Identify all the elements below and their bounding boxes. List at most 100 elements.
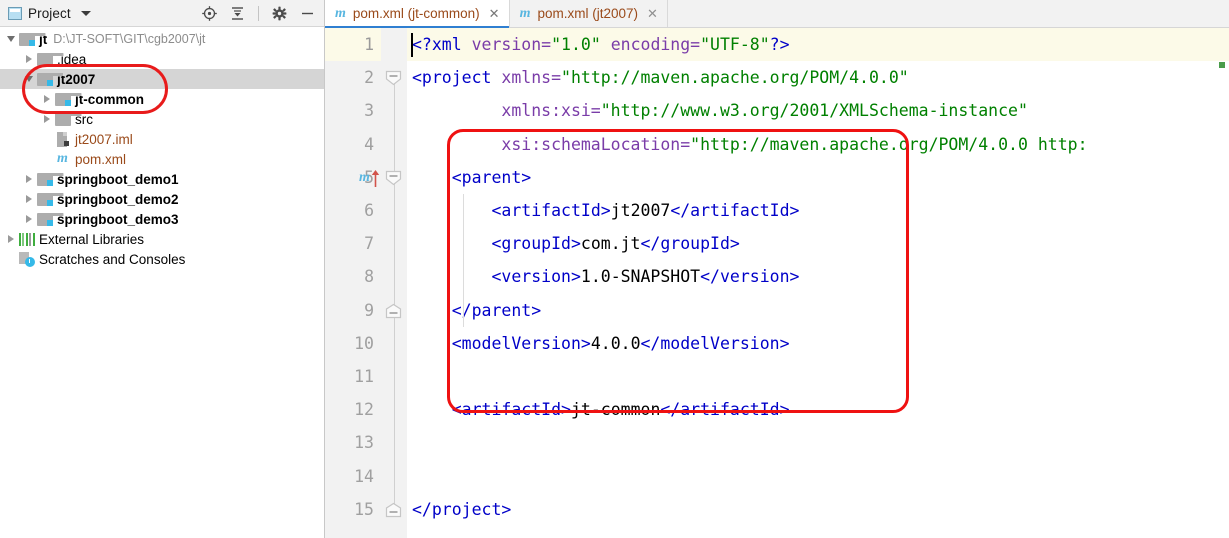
code-token: </artifactId>: [660, 400, 790, 420]
tree-row-jt2007-iml[interactable]: jt2007.iml: [0, 129, 324, 149]
code-area[interactable]: 1 2 3 4 5 6 7 8 9 10 11 12 13 14 15 m </project> <artif…: [325, 28, 1229, 538]
chevron-right-icon[interactable]: [4, 229, 18, 249]
code-line-14[interactable]: [407, 460, 1229, 493]
code-line-5[interactable]: <parent>: [407, 161, 1229, 194]
tree-row-jt2007[interactable]: jt2007: [0, 69, 324, 89]
close-icon[interactable]: ✕: [489, 7, 500, 20]
tree-row-springboot-demo1[interactable]: springboot_demo1: [0, 169, 324, 189]
project-panel-title: Project: [28, 5, 71, 21]
chevron-right-icon[interactable]: [22, 189, 36, 209]
chevron-right-icon[interactable]: [22, 209, 36, 229]
code-line-1[interactable]: <?xml version="1.0" encoding="UTF-8"?>: [407, 28, 1229, 62]
tree-row-springboot-demo3[interactable]: springboot_demo3: [0, 209, 324, 229]
maven-pom-icon: m: [519, 5, 531, 21]
code-token: <version>: [491, 267, 581, 287]
close-icon[interactable]: ✕: [647, 7, 658, 20]
code-folding-gutter[interactable]: [381, 28, 407, 538]
minimize-icon[interactable]: [299, 5, 316, 22]
project-tree[interactable]: jt D:\JT-SOFT\GIT\cgb2007\jt .idea jt2007 jt…: [0, 27, 324, 538]
project-panel-title-group[interactable]: Project: [8, 6, 91, 21]
code-token: jt2007: [610, 201, 671, 220]
chevron-down-icon[interactable]: [22, 69, 36, 89]
code-line-10[interactable]: <modelVersion>4.0.0</modelVersion>: [407, 327, 1229, 360]
tree-row-external-libraries[interactable]: External Libraries: [0, 229, 324, 249]
indent-guide: [463, 194, 464, 327]
module-folder-icon: [36, 71, 64, 87]
code-token: 4.0.0: [590, 333, 641, 353]
code-line-9[interactable]: </parent>: [407, 294, 1229, 327]
code-token: <parent>: [451, 167, 532, 187]
line-number-gutter[interactable]: 1 2 3 4 5 6 7 8 9 10 11 12 13 14 15 m: [325, 28, 381, 538]
code-line-2[interactable]: <project xmlns="http://maven.apache.org/…: [407, 61, 1229, 94]
tree-row-path: D:\JT-SOFT\GIT\cgb2007\jt: [53, 32, 206, 46]
code-token: xmlns=: [501, 68, 562, 88]
text-caret: [411, 33, 413, 57]
code-line-12[interactable]: <artifactId>jt-common</artifactId>: [407, 393, 1229, 426]
module-folder-icon: [36, 191, 64, 207]
fold-collapse-icon[interactable]: [385, 170, 402, 186]
fold-collapse-icon[interactable]: [385, 70, 402, 86]
editor-tab-bar[interactable]: m pom.xml (jt-common) ✕ m pom.xml (jt2007) ✕: [325, 0, 1229, 28]
collapse-all-icon[interactable]: [229, 5, 246, 22]
tree-row-jt-common[interactable]: jt-common: [0, 89, 324, 109]
line-number: 2: [364, 68, 374, 88]
tree-row-idea[interactable]: .idea: [0, 49, 324, 69]
editor-tab-1[interactable]: m pom.xml (jt-common) ✕: [325, 0, 510, 28]
editor-tab-2[interactable]: m pom.xml (jt2007) ✕: [510, 0, 668, 27]
code-token: </version>: [700, 267, 800, 287]
line-number: 8: [364, 267, 374, 287]
fold-end-icon[interactable]: [385, 303, 402, 318]
code-line-15[interactable]: </project>: [407, 493, 1229, 526]
fold-end-icon[interactable]: [385, 502, 402, 517]
code-text[interactable]: </project> <artifactId>jt-common</artifa…: [407, 28, 1229, 538]
chevron-right-icon[interactable]: [22, 169, 36, 189]
tree-row-jt[interactable]: jt D:\JT-SOFT\GIT\cgb2007\jt: [0, 29, 324, 49]
maven-parent-nav-icon[interactable]: m: [359, 169, 381, 187]
code-token: ?>: [769, 35, 790, 54]
chevron-down-icon[interactable]: [80, 10, 91, 16]
folder-icon: [36, 51, 64, 67]
code-line-11[interactable]: [407, 360, 1229, 393]
editor-tab-label: pom.xml (jt-common): [352, 6, 480, 21]
folder-icon: [54, 111, 82, 127]
up-arrow-icon: [371, 169, 380, 187]
code-line-13[interactable]: [407, 426, 1229, 459]
code-line-3[interactable]: xmlns:xsi="http://www.w3.org/2001/XMLSch…: [407, 94, 1229, 127]
code-line-8[interactable]: <version>1.0-SNAPSHOT</version>: [407, 260, 1229, 293]
project-sidebar: Project jt D:\JT-SOFT\GIT\cgb2007\jt .id…: [0, 0, 325, 538]
code-token: com.jt: [580, 234, 641, 254]
tree-row-label: Scratches and Consoles: [39, 251, 186, 267]
line-number: 1: [325, 28, 381, 62]
chevron-down-icon[interactable]: [4, 29, 18, 49]
locate-target-icon[interactable]: [201, 5, 218, 22]
code-line-4[interactable]: xsi:schemaLocation="http://maven.apache.…: [407, 128, 1229, 161]
module-folder-icon: [36, 211, 64, 227]
tree-row-label: pom.xml: [75, 151, 127, 167]
tree-row-src[interactable]: src: [0, 109, 324, 129]
tree-row-pom-xml[interactable]: m pom.xml: [0, 149, 324, 169]
collapse-all-icon-svg: [232, 6, 243, 20]
code-token: </artifactId>: [670, 201, 800, 220]
chevron-right-icon[interactable]: [22, 49, 36, 69]
chevron-right-icon[interactable]: [40, 109, 54, 129]
tree-row-springboot-demo2[interactable]: springboot_demo2: [0, 189, 324, 209]
gear-icon[interactable]: [271, 5, 288, 22]
tree-row-scratches-and-consoles[interactable]: Scratches and Consoles: [0, 249, 324, 269]
line-number: 6: [364, 201, 374, 221]
chevron-right-icon[interactable]: [40, 89, 54, 109]
line-number: 4: [364, 134, 374, 154]
code-line-7[interactable]: <groupId>com.jt</groupId>: [407, 227, 1229, 260]
code-line-6[interactable]: <artifactId>jt2007</artifactId>: [407, 194, 1229, 227]
code-token: "1.0": [551, 35, 601, 54]
line-number: 15: [354, 499, 374, 519]
code-token: xsi:schemaLocation=: [501, 134, 691, 154]
